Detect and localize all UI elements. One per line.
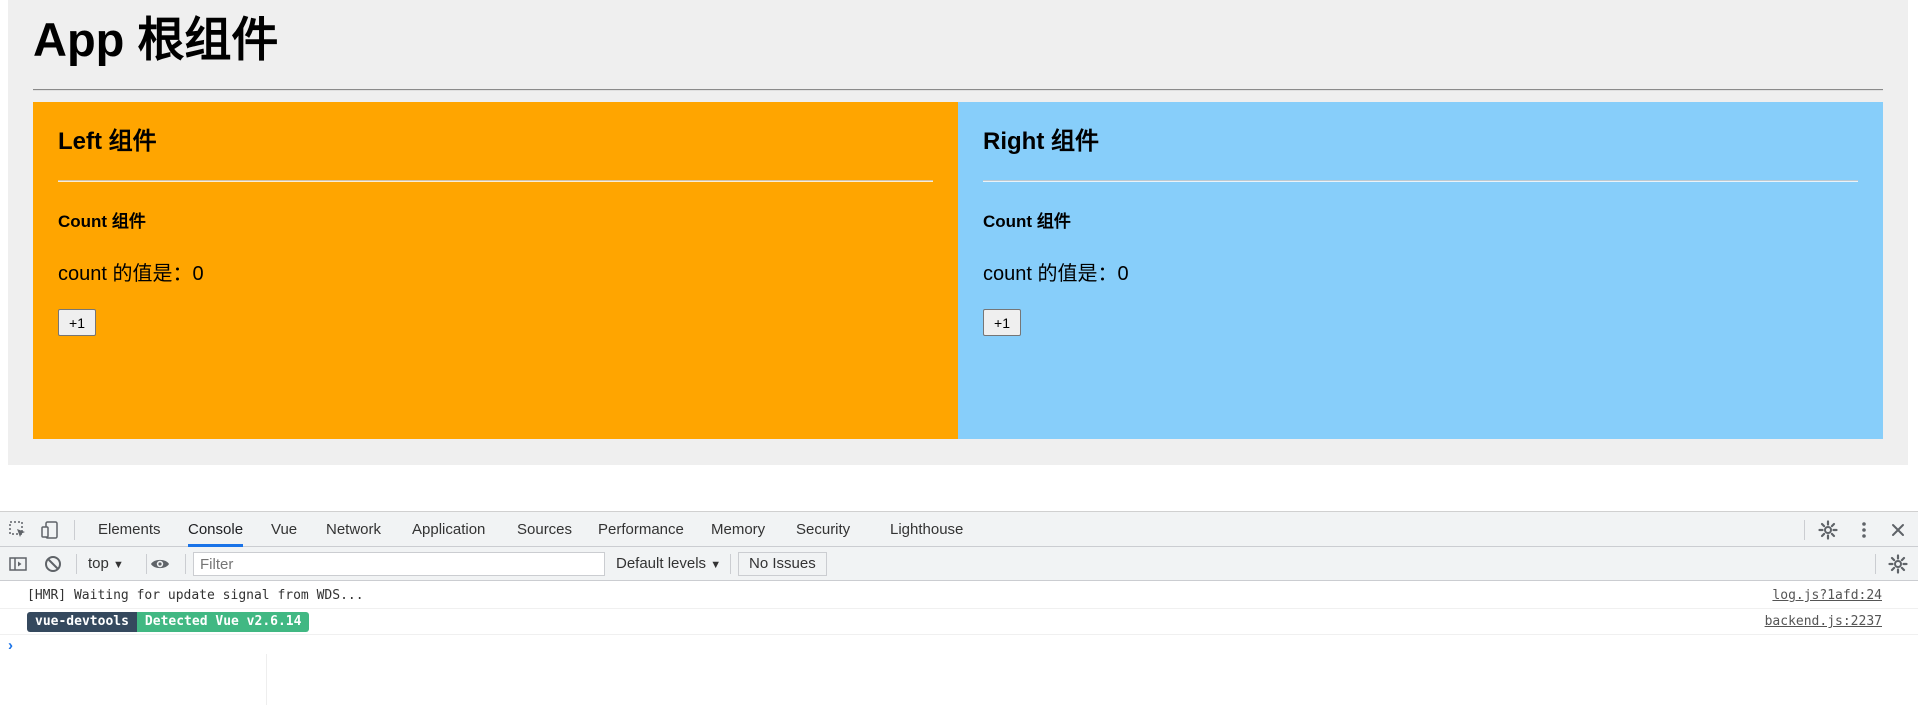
right-count-title: Count 组件 [983, 212, 1071, 231]
devtools-tabbar: Elements Console Vue Network Application… [0, 512, 1918, 547]
right-divider [983, 180, 1858, 182]
app-divider [33, 89, 1883, 91]
chevron-down-icon: ▼ [710, 559, 722, 571]
tab-elements[interactable]: Elements [98, 512, 161, 547]
panels-container: Left 组件 Count 组件 count 的值是：0 +1 Right 组件… [33, 102, 1883, 439]
right-component: Right 组件 Count 组件 count 的值是：0 +1 [958, 102, 1883, 439]
app-title: App 根组件 [33, 13, 279, 66]
console-toolbar: top ▼ Default levels ▼ No Issues [0, 547, 1918, 581]
console-settings-gear-icon[interactable] [1888, 554, 1908, 574]
inspect-element-icon[interactable] [8, 520, 28, 540]
log-levels-label: Default levels [616, 555, 707, 572]
left-count-text: count 的值是：0 [58, 263, 204, 285]
clear-console-icon[interactable] [43, 554, 63, 574]
tab-lighthouse[interactable]: Lighthouse [890, 512, 963, 547]
more-options-icon[interactable] [1854, 520, 1874, 540]
show-sidebar-icon[interactable] [8, 554, 28, 574]
toolbar-separator [730, 554, 731, 574]
tabbar-separator [74, 520, 75, 540]
context-label: top [88, 555, 109, 572]
console-gutter [266, 654, 267, 705]
live-expression-eye-icon[interactable] [150, 554, 170, 574]
vue-devtools-badge-group: vue-devtools Detected Vue v2.6.14 [27, 609, 310, 635]
tab-network[interactable]: Network [326, 512, 381, 547]
console-prompt-icon[interactable]: › [8, 637, 13, 654]
settings-gear-icon[interactable] [1818, 520, 1838, 540]
console-source-link[interactable]: backend.js:2237 [1765, 609, 1882, 635]
console-message: [HMR] Waiting for update signal from WDS… [0, 583, 1918, 609]
left-count-title: Count 组件 [58, 212, 146, 231]
left-increment-button[interactable]: +1 [58, 309, 96, 336]
issues-button[interactable]: No Issues [738, 552, 827, 576]
left-divider [58, 180, 933, 182]
close-icon[interactable] [1888, 520, 1908, 540]
tab-application[interactable]: Application [412, 512, 485, 547]
right-increment-button[interactable]: +1 [983, 309, 1021, 336]
tabbar-separator-right [1804, 520, 1805, 540]
context-selector[interactable]: top ▼ [88, 547, 124, 581]
toolbar-separator [146, 554, 147, 574]
right-count-text: count 的值是：0 [983, 263, 1129, 285]
left-title: Left 组件 [58, 128, 157, 155]
log-levels-dropdown[interactable]: Default levels ▼ [616, 547, 721, 581]
tab-vue[interactable]: Vue [271, 512, 297, 547]
toolbar-separator [185, 554, 186, 574]
console-source-link[interactable]: log.js?1afd:24 [1772, 583, 1882, 609]
app-root: App 根组件 Left 组件 Count 组件 count 的值是：0 +1 … [8, 0, 1908, 465]
tab-security[interactable]: Security [796, 512, 850, 547]
vue-devtools-badge: vue-devtools [27, 611, 137, 632]
chevron-down-icon: ▼ [113, 559, 124, 571]
console-message-text: [HMR] Waiting for update signal from WDS… [27, 588, 364, 603]
toolbar-separator [76, 554, 77, 574]
tab-memory[interactable]: Memory [711, 512, 765, 547]
console-message: vue-devtools Detected Vue v2.6.14 backend… [0, 609, 1918, 635]
left-component: Left 组件 Count 组件 count 的值是：0 +1 [33, 102, 958, 439]
toolbar-separator [1875, 554, 1876, 574]
console-filter-input[interactable] [193, 552, 605, 576]
tab-console[interactable]: Console [188, 512, 244, 547]
devtools-panel: Elements Console Vue Network Application… [0, 511, 1918, 705]
vue-version-badge: Detected Vue v2.6.14 [136, 611, 310, 632]
right-title: Right 组件 [983, 128, 1099, 155]
tab-performance[interactable]: Performance [598, 512, 684, 547]
tab-sources[interactable]: Sources [517, 512, 572, 547]
device-toolbar-icon[interactable] [40, 520, 60, 540]
